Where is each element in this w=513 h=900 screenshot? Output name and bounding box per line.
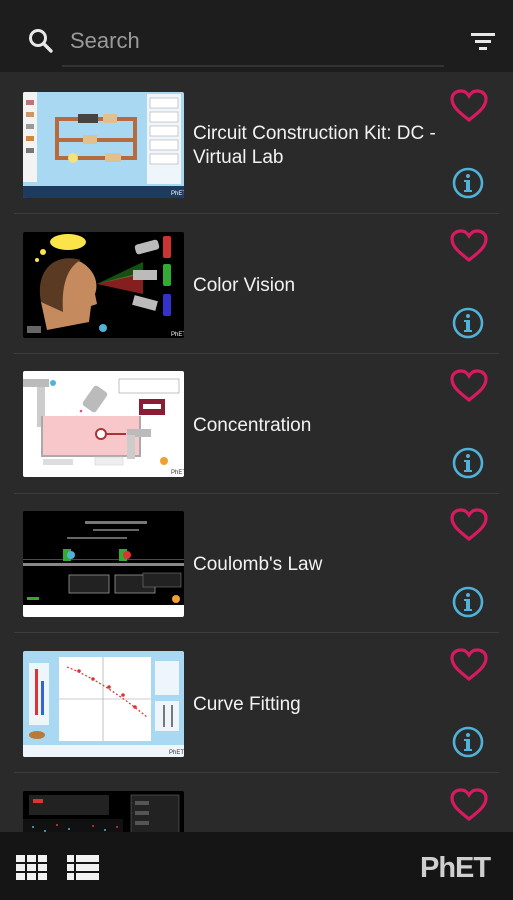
- sim-thumbnail: [23, 791, 184, 832]
- filter-icon[interactable]: [470, 31, 496, 51]
- info-icon[interactable]: [452, 447, 484, 479]
- svg-text:PhET: PhET: [169, 750, 184, 756]
- info-icon[interactable]: [452, 726, 484, 758]
- list-item[interactable]: [14, 774, 499, 832]
- heart-outline-icon[interactable]: [450, 369, 488, 403]
- heart-outline-icon[interactable]: [450, 648, 488, 682]
- sim-thumbnail: PhET: [23, 92, 184, 198]
- info-icon[interactable]: [452, 586, 484, 618]
- sim-thumbnail: PhET: [23, 232, 184, 338]
- list-item[interactable]: PhET Circuit Construction Kit: DC - Virt…: [14, 75, 499, 214]
- search-icon[interactable]: [28, 28, 54, 54]
- sim-title: Coulomb's Law: [193, 554, 323, 575]
- phet-logo: PhET: [420, 852, 491, 884]
- grid-view-icon[interactable]: [16, 855, 48, 880]
- search-bar: Search: [0, 0, 513, 72]
- sim-title: Circuit Construction Kit: DC - Virtual L…: [193, 123, 436, 168]
- heart-outline-icon[interactable]: [450, 89, 488, 123]
- search-input[interactable]: Search: [70, 28, 140, 54]
- search-underline: [62, 65, 444, 67]
- svg-text:PhET: PhET: [171, 191, 184, 197]
- simulation-list: PhET Circuit Construction Kit: DC - Virt…: [0, 72, 513, 832]
- heart-outline-icon[interactable]: [450, 508, 488, 542]
- info-icon[interactable]: [452, 307, 484, 339]
- sim-title: Concentration: [193, 415, 312, 436]
- heart-outline-icon[interactable]: [450, 229, 488, 263]
- sim-thumbnail: PhET: [23, 651, 184, 757]
- info-icon[interactable]: [452, 167, 484, 199]
- heart-outline-icon[interactable]: [450, 788, 488, 822]
- sim-title: Color Vision: [193, 275, 296, 296]
- sim-title: Curve Fitting: [193, 694, 301, 715]
- list-item[interactable]: PhET Color Vision: [14, 215, 499, 354]
- sim-thumbnail: PhET: [23, 371, 184, 477]
- svg-text:PhET: PhET: [171, 470, 184, 476]
- svg-text:PhET: PhET: [171, 332, 184, 338]
- bottom-toolbar: PhET: [0, 832, 513, 900]
- list-view-icon[interactable]: [67, 855, 99, 880]
- list-item[interactable]: Coulomb's Law: [14, 494, 499, 633]
- list-item[interactable]: PhET Concentration: [14, 355, 499, 494]
- list-item[interactable]: PhET Curve Fitting: [14, 634, 499, 773]
- sim-thumbnail: [23, 511, 184, 617]
